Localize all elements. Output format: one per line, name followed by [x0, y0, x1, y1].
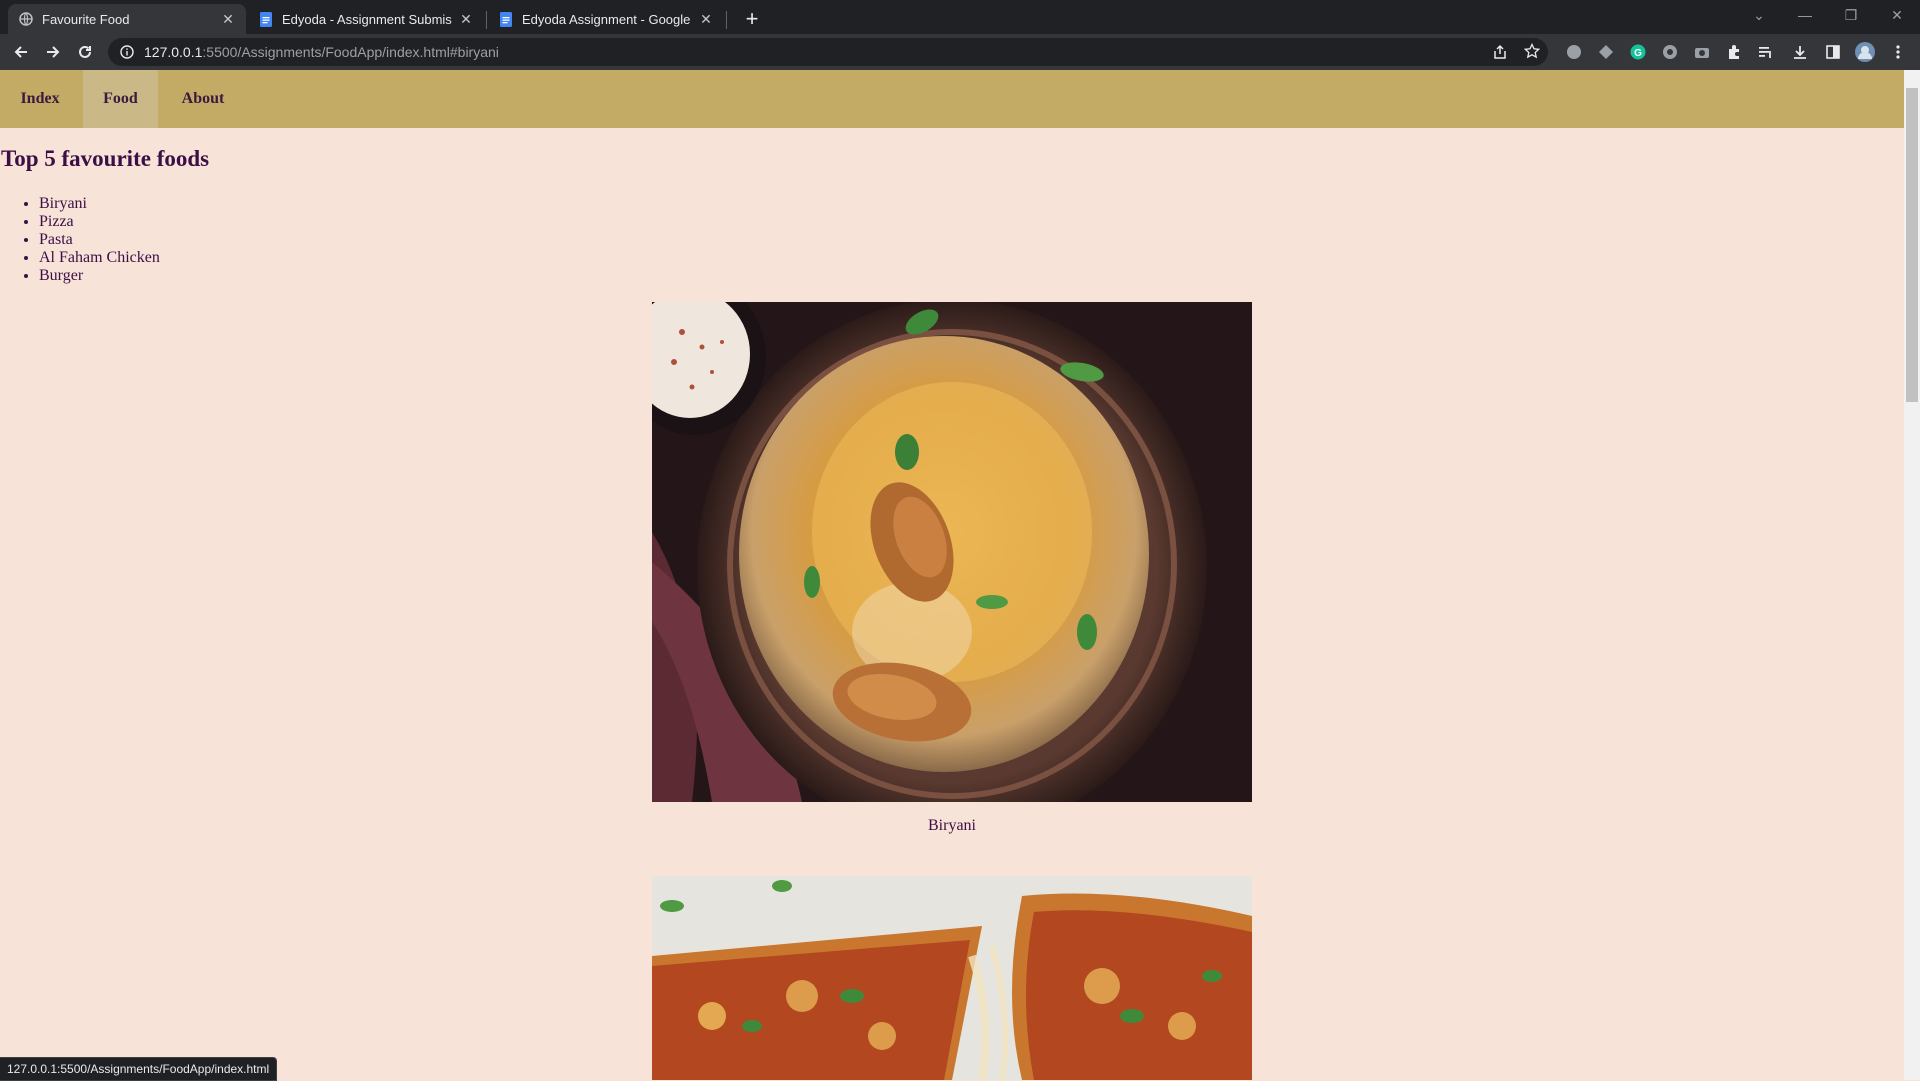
- site-navbar: Index Food About: [0, 70, 1904, 128]
- side-panel-icon[interactable]: [1823, 42, 1843, 62]
- food-link-biryani[interactable]: Biryani: [39, 195, 160, 213]
- food-link-pasta[interactable]: Pasta: [39, 231, 160, 249]
- tab-title: Edyoda - Assignment Submission: [282, 11, 452, 27]
- close-window-icon[interactable]: ✕: [1874, 0, 1920, 30]
- nav-link-food[interactable]: Food: [83, 70, 158, 128]
- menu-icon[interactable]: [1888, 42, 1908, 62]
- new-tab-button[interactable]: +: [738, 6, 766, 32]
- info-icon[interactable]: [120, 45, 134, 59]
- food-link-al-faham-chicken[interactable]: Al Faham Chicken: [39, 249, 160, 267]
- close-icon[interactable]: ✕: [458, 11, 474, 28]
- food-link-pizza[interactable]: Pizza: [39, 213, 160, 231]
- minimize-icon[interactable]: —: [1782, 0, 1828, 30]
- media-control-icon[interactable]: [1756, 42, 1776, 62]
- grammarly-icon[interactable]: G: [1628, 42, 1648, 62]
- download-icon[interactable]: [1790, 42, 1810, 62]
- avatar[interactable]: [1855, 42, 1875, 62]
- restore-icon[interactable]: ❐: [1828, 0, 1874, 30]
- share-icon[interactable]: [1492, 44, 1508, 63]
- nav-link-index[interactable]: Index: [0, 70, 80, 128]
- web-page: Index Food About Top 5 favourite foods B…: [0, 70, 1904, 1080]
- puzzle-icon[interactable]: [1724, 42, 1744, 62]
- biryani-image: [652, 302, 1252, 802]
- back-icon[interactable]: [6, 37, 36, 67]
- nav-link-about[interactable]: About: [163, 70, 243, 128]
- forward-icon[interactable]: [38, 37, 68, 67]
- globe-icon: [18, 11, 34, 27]
- link-status-bar: 127.0.0.1:5500/Assignments/FoodApp/index…: [0, 1057, 278, 1081]
- pizza-image: [652, 876, 1252, 1080]
- docs-icon: [498, 11, 514, 27]
- food-link-burger[interactable]: Burger: [39, 267, 160, 285]
- reload-icon[interactable]: [70, 37, 100, 67]
- bookmark-star-icon[interactable]: [1523, 42, 1541, 62]
- docs-icon: [258, 11, 274, 27]
- close-icon[interactable]: ✕: [698, 11, 714, 28]
- food-list: Biryani Pizza Pasta Al Faham Chicken Bur…: [0, 195, 160, 285]
- tab-separator: [486, 11, 487, 29]
- browser-toolbar: 127.0.0.1:5500/Assignments/FoodApp/index…: [0, 34, 1920, 70]
- svg-text:G: G: [1634, 48, 1642, 59]
- tab-favourite-food[interactable]: Favourite Food ✕: [8, 4, 246, 34]
- tab-edyoda-assignment-submission[interactable]: Edyoda - Assignment Submission ✕: [248, 4, 484, 34]
- page-title: Top 5 favourite foods: [1, 146, 210, 171]
- browser-tab-strip: Favourite Food ✕ Edyoda - Assignment Sub…: [0, 0, 1920, 34]
- image-caption: Biryani: [928, 817, 976, 834]
- tab-search-icon[interactable]: ⌄: [1736, 0, 1782, 30]
- scrollbar-thumb[interactable]: [1906, 88, 1918, 402]
- extension-icon[interactable]: [1564, 42, 1584, 62]
- tab-title: Favourite Food: [42, 11, 130, 27]
- address-bar[interactable]: 127.0.0.1:5500/Assignments/FoodApp/index…: [108, 38, 1548, 66]
- url-host: 127.0.0.1: [144, 44, 203, 60]
- camera-icon[interactable]: [1692, 42, 1712, 62]
- extension-icon[interactable]: [1596, 42, 1616, 62]
- extension-icon[interactable]: [1660, 42, 1680, 62]
- close-icon[interactable]: ✕: [220, 11, 236, 28]
- url-path: :5500/Assignments/FoodApp/index.html#bir…: [202, 44, 499, 60]
- tab-edyoda-assignment-google-docs[interactable]: Edyoda Assignment - Google Docs ✕: [488, 4, 724, 34]
- tab-title: Edyoda Assignment - Google Docs: [522, 11, 692, 27]
- tab-separator: [726, 11, 727, 29]
